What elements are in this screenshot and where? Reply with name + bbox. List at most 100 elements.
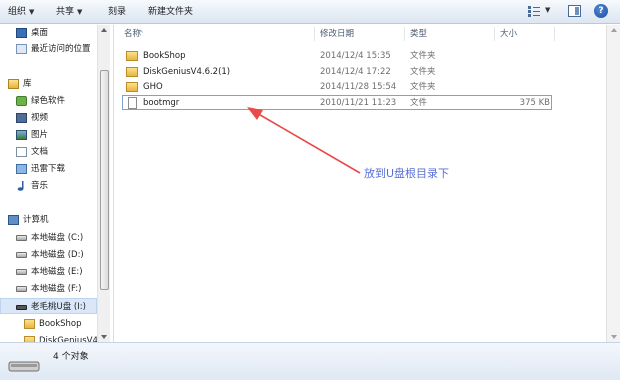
scroll-up-arrow-icon[interactable] xyxy=(611,28,617,32)
nav-item-label: 最近访问的位置 xyxy=(31,44,91,54)
folder-icon xyxy=(24,319,35,329)
folder-icon xyxy=(126,67,138,77)
usb-drive-icon xyxy=(8,361,40,372)
file-date: 2010/11/21 11:23 xyxy=(320,98,397,108)
column-header-type[interactable]: 类型 xyxy=(410,25,427,43)
nav-item-computer[interactable]: 计算机 xyxy=(0,212,96,228)
details-pane: 4 个对象 xyxy=(0,342,620,380)
column-header-name[interactable]: ^ 名称 xyxy=(124,25,144,43)
column-date-label: 修改日期 xyxy=(320,29,355,39)
nav-item-videos[interactable]: 视频 xyxy=(0,110,96,126)
burn-label: 刻录 xyxy=(108,7,127,17)
command-bar: 组织 ▼ 共享 ▼ 刻录 新建文件夹 ▼ ? xyxy=(0,0,620,24)
pictures-icon xyxy=(16,130,27,140)
scroll-down-arrow-icon[interactable] xyxy=(611,335,617,339)
computer-icon xyxy=(8,215,19,225)
column-divider[interactable] xyxy=(314,27,315,41)
column-divider[interactable] xyxy=(554,27,555,41)
video-icon xyxy=(16,113,27,123)
usb-drive-icon xyxy=(16,305,27,310)
nav-item-recent-places[interactable]: 最近访问的位置 xyxy=(0,41,96,57)
nav-item-usb-drive-i[interactable]: 老毛桃U盘 (I:) xyxy=(0,298,97,314)
burn-button[interactable]: 刻录 xyxy=(108,6,126,19)
new-folder-label: 新建文件夹 xyxy=(148,7,194,17)
share-label: 共享 xyxy=(56,7,75,17)
desktop-icon xyxy=(16,28,27,38)
nav-item-label: BookShop xyxy=(39,319,82,329)
nav-item-drive-c[interactable]: 本地磁盘 (C:) xyxy=(0,230,96,246)
file-date: 2014/11/28 15:54 xyxy=(320,82,397,92)
nav-item-thunder-download[interactable]: 迅雷下载 xyxy=(0,161,96,177)
file-row-bootmgr[interactable]: bootmgr 2010/11/21 11:23 文件 375 KB xyxy=(122,95,552,110)
nav-item-drive-e[interactable]: 本地磁盘 (E:) xyxy=(0,264,96,280)
nav-item-drive-d[interactable]: 本地磁盘 (D:) xyxy=(0,247,96,263)
organize-button[interactable]: 组织 ▼ xyxy=(8,6,34,19)
scroll-up-arrow-icon[interactable] xyxy=(101,28,107,32)
green-software-icon xyxy=(16,96,27,106)
file-type: 文件夹 xyxy=(410,82,436,92)
file-date: 2014/12/4 17:22 xyxy=(320,67,391,77)
nav-item-desktop[interactable]: 桌面 xyxy=(0,25,96,41)
navigation-scrollbar[interactable] xyxy=(97,25,110,342)
organize-label: 组织 xyxy=(8,7,27,17)
nav-item-label: 绿色软件 xyxy=(31,96,66,106)
file-list-scrollbar[interactable] xyxy=(606,25,620,342)
item-count: 4 个对象 xyxy=(53,352,89,362)
column-type-label: 类型 xyxy=(410,29,428,39)
library-icon xyxy=(8,79,19,89)
recent-places-icon xyxy=(16,44,27,54)
folder-icon xyxy=(126,82,138,92)
nav-item-label: 桌面 xyxy=(31,28,49,38)
file-row-diskgenius[interactable]: DiskGeniusV4.6.2(1) 2014/12/4 17:22 文件夹 xyxy=(122,65,552,80)
change-view-icon[interactable] xyxy=(528,6,540,17)
chevron-down-icon: ▼ xyxy=(29,8,35,16)
local-disk-icon xyxy=(16,269,27,275)
column-divider[interactable] xyxy=(494,27,495,41)
file-name: BookShop xyxy=(143,51,186,61)
help-icon[interactable]: ? xyxy=(594,4,608,18)
new-folder-button[interactable]: 新建文件夹 xyxy=(148,6,193,19)
column-header-date[interactable]: 修改日期 xyxy=(320,25,354,43)
nav-item-label: 计算机 xyxy=(23,215,49,225)
file-type: 文件夹 xyxy=(410,67,436,77)
view-options-chevron-icon[interactable]: ▼ xyxy=(545,6,550,14)
scroll-down-arrow-icon[interactable] xyxy=(101,335,107,339)
local-disk-icon xyxy=(16,235,27,241)
file-name: bootmgr xyxy=(143,98,180,108)
nav-item-label: 库 xyxy=(23,79,32,89)
file-size: 375 KB xyxy=(519,98,550,108)
nav-item-green-software[interactable]: 绿色软件 xyxy=(0,93,96,109)
column-header-size[interactable]: 大小 xyxy=(500,25,517,43)
preview-pane-icon[interactable] xyxy=(568,5,581,17)
music-icon xyxy=(17,181,24,191)
file-icon xyxy=(128,97,137,109)
column-size-label: 大小 xyxy=(500,29,518,39)
local-disk-icon xyxy=(16,286,27,292)
nav-item-diskgenius[interactable]: DiskGeniusV4 xyxy=(0,333,98,342)
file-name: DiskGeniusV4.6.2(1) xyxy=(143,67,231,77)
nav-item-label: 文档 xyxy=(31,147,49,157)
nav-item-label: DiskGeniusV4 xyxy=(39,336,98,342)
file-list: ^ 名称 修改日期 类型 大小 BookShop 2014/12/4 15:35… xyxy=(113,25,606,342)
folder-icon xyxy=(126,51,138,61)
documents-icon xyxy=(16,147,27,157)
nav-item-libraries[interactable]: 库 xyxy=(0,76,96,92)
nav-item-label: 图片 xyxy=(31,130,49,140)
nav-item-label: 音乐 xyxy=(31,181,49,191)
nav-item-label: 老毛桃U盘 (I:) xyxy=(31,302,86,312)
nav-item-label: 本地磁盘 (D:) xyxy=(31,250,84,260)
scrollbar-thumb[interactable] xyxy=(100,70,109,290)
local-disk-icon xyxy=(16,252,27,258)
nav-item-drive-f[interactable]: 本地磁盘 (F:) xyxy=(0,281,96,297)
nav-item-music[interactable]: 音乐 xyxy=(0,178,96,194)
column-divider[interactable] xyxy=(404,27,405,41)
nav-item-documents[interactable]: 文档 xyxy=(0,144,96,160)
navigation-pane: 桌面 最近访问的位置 库 绿色软件 视频 图片 文档 迅雷下载 音乐 计算机 本… xyxy=(0,25,112,342)
file-row-bookshop[interactable]: BookShop 2014/12/4 15:35 文件夹 xyxy=(122,49,552,64)
file-row-gho[interactable]: GHO 2014/11/28 15:54 文件夹 xyxy=(122,80,552,95)
nav-item-bookshop[interactable]: BookShop xyxy=(0,316,96,332)
share-button[interactable]: 共享 ▼ xyxy=(56,6,82,19)
nav-item-label: 迅雷下载 xyxy=(31,164,66,174)
nav-item-pictures[interactable]: 图片 xyxy=(0,127,96,143)
file-date: 2014/12/4 15:35 xyxy=(320,51,391,61)
